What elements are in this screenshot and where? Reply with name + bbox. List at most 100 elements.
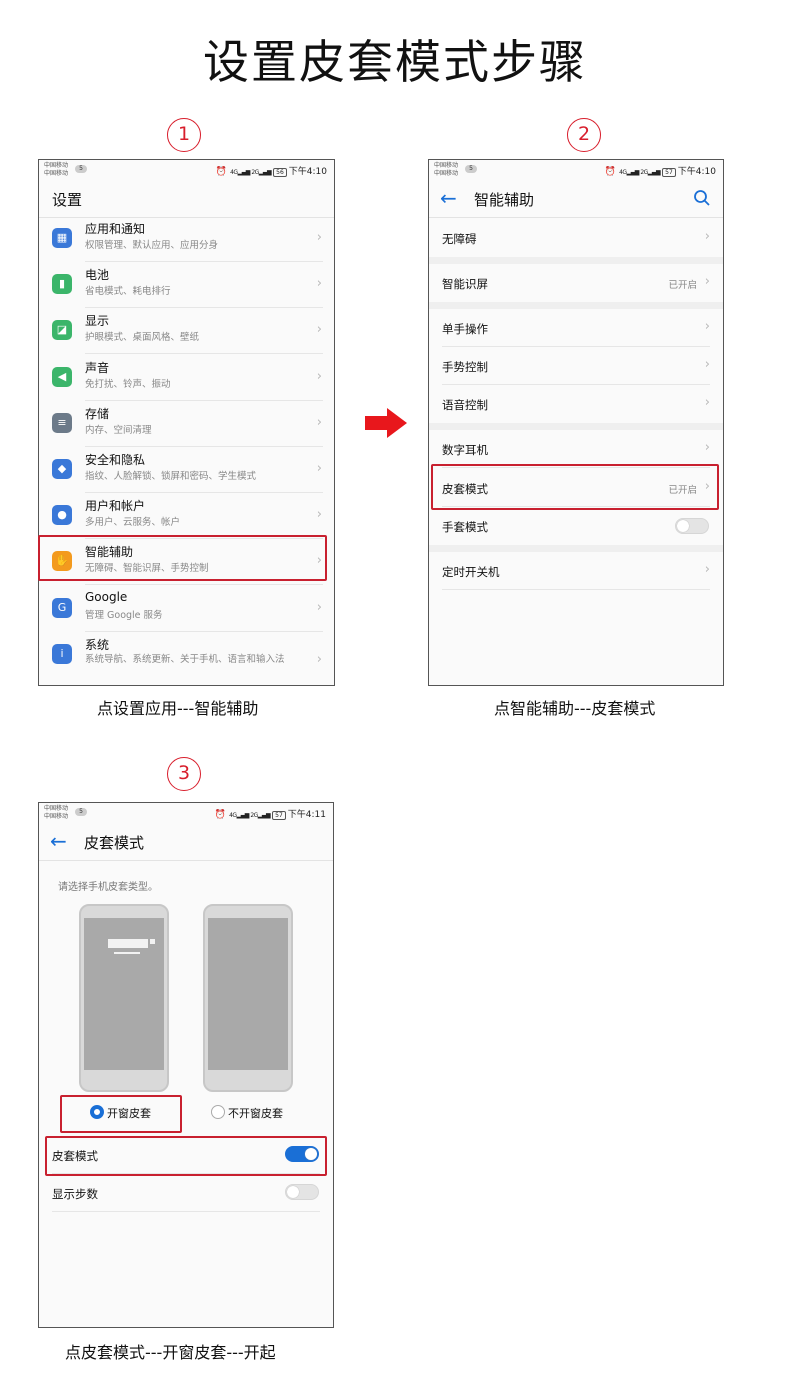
row-smart-screen[interactable]: 智能识屏 已开启 › — [429, 264, 723, 302]
chevron-right-icon: › — [316, 414, 322, 430]
cover-type-hint: 请选择手机皮套类型。 — [58, 882, 158, 893]
system-icon: i — [52, 643, 72, 664]
status-icons: ⏰ 4G▂▄▆ 2G▂▄▆ 57 下午4:10 — [605, 164, 716, 177]
arrow-right-icon — [365, 408, 407, 438]
status-bar: 中国移动 中国移动 5 ⏰ 4G▂▄▆ 2G▂▄▆ 57 下午4:11 — [39, 803, 333, 823]
status-bar: 中国移动 中国移动 5 ⏰ 4G▂▄▆ 2G▂▄▆ 56 下午4:10 — [39, 160, 334, 180]
caption-step-1: 点设置应用---智能辅助 — [97, 699, 259, 718]
settings-item-subtitle: 免打扰、铃声、振动 — [85, 378, 171, 390]
settings-item-title: 应用和通知 — [85, 222, 146, 236]
cover-mode-title: 皮套模式 — [84, 834, 145, 852]
highlight-cover-mode — [431, 464, 719, 510]
battery-status-icon: 57 — [272, 811, 286, 820]
app-bar: ← 皮套模式 — [39, 823, 333, 861]
row-voice-control[interactable]: 语音控制 › — [429, 385, 723, 423]
settings-item-subtitle: 多用户、云服务、帐户 — [85, 517, 181, 529]
signal-icon: 4G▂▄▆ 2G▂▄▆ — [229, 812, 271, 819]
caption-step-2: 点智能辅助---皮套模式 — [494, 699, 656, 718]
settings-item[interactable]: ◀ 声音 免打扰、铃声、振动 › — [39, 355, 334, 401]
settings-item-subtitle: 系统导航、系统更新、关于手机、语言和输入法 — [85, 653, 285, 665]
row-one-hand[interactable]: 单手操作 › — [429, 309, 723, 347]
search-icon[interactable] — [693, 189, 711, 207]
row-digital-earphone[interactable]: 数字耳机 › — [429, 430, 723, 468]
step-1-marker: 1 — [167, 118, 201, 152]
google-icon: G — [52, 597, 72, 618]
settings-item-title: 存储 — [85, 406, 110, 421]
row-scheduled-power[interactable]: 定时开关机 › — [429, 552, 723, 590]
settings-item-subtitle: 指纹、人脸解锁、锁屏和密码、学生模式 — [85, 471, 257, 482]
settings-item[interactable]: i 系统 系统导航、系统更新、关于手机、语言和输入法 › — [39, 632, 334, 685]
row-gesture[interactable]: 手势控制 › — [429, 347, 723, 385]
settings-title: 设置 — [52, 191, 83, 209]
apps-icon: ▦ — [52, 228, 72, 248]
chevron-right-icon: › — [316, 599, 322, 615]
battery-status-icon: 57 — [662, 168, 676, 177]
window-cover-preview[interactable] — [79, 904, 169, 1092]
signal-icon: 4G▂▄▆ 2G▂▄▆ — [230, 169, 272, 176]
settings-item-subtitle: 权限管理、默认应用、应用分身 — [85, 240, 219, 251]
chevron-right-icon: › — [316, 368, 322, 384]
back-arrow-icon[interactable]: ← — [50, 829, 67, 853]
chevron-right-icon: › — [316, 276, 322, 292]
settings-item-title: 电池 — [85, 268, 110, 283]
app-bar: ← 智能辅助 — [429, 180, 723, 218]
chevron-right-icon: › — [704, 357, 710, 372]
chevron-right-icon: › — [704, 229, 710, 244]
back-arrow-icon[interactable]: ← — [440, 186, 457, 210]
status-time: 下午4:10 — [288, 167, 327, 177]
alarm-icon: ⏰ — [215, 167, 228, 177]
chevron-right-icon: › — [704, 562, 710, 577]
page-title: 设置皮套模式步骤 — [203, 35, 587, 89]
settings-item-subtitle: 管理 Google 服务 — [85, 609, 163, 621]
app-bar: 设置 — [39, 180, 334, 218]
chevron-right-icon: › — [316, 322, 322, 338]
screen-smart-assist: 中国移动 中国移动 5 ⏰ 4G▂▄▆ 2G▂▄▆ 57 下午4:10 ← 智能辅助 … — [428, 159, 724, 686]
step-3-marker: 3 — [167, 757, 201, 791]
row-accessibility[interactable]: 无障碍 › — [429, 219, 723, 257]
settings-item[interactable]: ◪ 显示 护眼模式、桌面风格、壁纸 › — [39, 308, 334, 355]
chevron-right-icon: › — [316, 507, 322, 523]
shield-icon: ◆ — [52, 459, 72, 479]
settings-item-subtitle: 省电模式、耗电排行 — [85, 286, 171, 298]
caption-step-3: 点皮套模式---开窗皮套---开起 — [65, 1343, 276, 1362]
chevron-right-icon: › — [316, 230, 322, 245]
highlight-cover-mode-toggle — [45, 1136, 327, 1176]
settings-item[interactable]: ● 用户和帐户 多用户、云服务、帐户 › — [39, 493, 334, 540]
status-icons: ⏰ 4G▂▄▆ 2G▂▄▆ 56 下午4:10 — [216, 164, 327, 177]
battery-status-icon: 56 — [273, 168, 287, 177]
carrier-label: 中国移动 中国移动 — [434, 162, 459, 177]
row-glove-mode: 手套模式 — [429, 507, 723, 545]
signal-icon: 4G▂▄▆ 2G▂▄▆ — [619, 169, 661, 176]
glove-mode-toggle[interactable] — [675, 518, 709, 534]
battery-icon: ▮ — [52, 274, 72, 295]
settings-list: ▦ 应用和通知 权限管理、默认应用、应用分身 › ▮ 电池 省电模式、耗电排行 › ◪ 显示 护眼模… — [39, 216, 334, 685]
no-window-cover-label: 不开窗皮套 — [228, 1107, 283, 1120]
status-bar: 中国移动 中国移动 5 ⏰ 4G▂▄▆ 2G▂▄▆ 57 下午4:10 — [429, 160, 723, 180]
settings-item[interactable]: ▦ 应用和通知权限管理、默认应用、应用分身 › — [39, 216, 334, 262]
chevron-right-icon: › — [704, 440, 710, 455]
no-window-cover-radio[interactable] — [211, 1105, 225, 1119]
sim-badge: 5 — [75, 808, 87, 816]
display-icon: ◪ — [52, 320, 72, 341]
show-steps-toggle[interactable] — [285, 1184, 319, 1200]
settings-item-title: 系统 — [85, 637, 110, 652]
chevron-right-icon: › — [316, 651, 322, 667]
status-icons: ⏰ 4G▂▄▆ 2G▂▄▆ 57 下午4:11 — [215, 807, 326, 820]
settings-item-title: 安全和隐私 — [85, 453, 146, 467]
settings-item-title: Google — [85, 589, 128, 604]
highlight-window-cover — [60, 1095, 182, 1133]
no-window-cover-preview[interactable] — [203, 904, 293, 1092]
settings-item[interactable]: ◆ 安全和隐私 指纹、人脸解锁、锁屏和密码、学生模式 › — [39, 447, 334, 493]
alarm-icon: ⏰ — [604, 167, 617, 177]
status-time: 下午4:11 — [287, 810, 326, 820]
settings-item[interactable]: G Google 管理 Google 服务 › — [39, 586, 334, 632]
sim-badge: 5 — [75, 165, 87, 173]
settings-item[interactable]: ▮ 电池省电模式、耗电排行 › — [39, 262, 334, 309]
status-time: 下午4:10 — [677, 167, 716, 177]
settings-item[interactable]: ≡ 存储 内存、空间清理 › — [39, 401, 334, 447]
row-show-steps: 显示步数 — [39, 1174, 333, 1212]
carrier-label: 中国移动 中国移动 — [44, 162, 69, 177]
step-2-marker: 2 — [567, 118, 601, 152]
settings-item-subtitle: 护眼模式、桌面风格、壁纸 — [85, 332, 200, 344]
screen-cover-mode: 中国移动 中国移动 5 ⏰ 4G▂▄▆ 2G▂▄▆ 57 下午4:11 ← 皮套模式 … — [38, 802, 334, 1328]
